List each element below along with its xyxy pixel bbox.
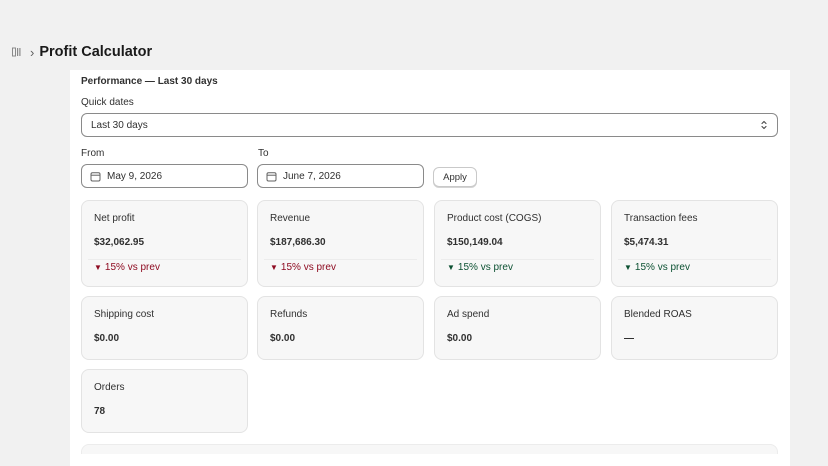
metric-label: Blended ROAS [624, 309, 692, 320]
page-title: Profit Calculator [39, 44, 153, 60]
divider [264, 259, 417, 260]
divider [88, 259, 241, 260]
metric-change: ▼ 15% vs prev [270, 262, 336, 273]
metric-change: ▼ 15% vs prev [447, 262, 513, 273]
to-date-value: June 7, 2026 [283, 170, 341, 182]
metric-value: $150,149.04 [447, 237, 503, 248]
performance-card: Performance — Last 30 days Quick dates L… [70, 70, 790, 466]
quick-dates-select[interactable]: Last 30 days [81, 113, 778, 137]
metric-label: Orders [94, 382, 125, 393]
metric-card-net-profit: Net profit $32,062.95 ▼ 15% vs prev [81, 200, 248, 287]
divider [441, 259, 594, 260]
apply-button[interactable]: Apply [433, 167, 477, 187]
metric-card-orders: Orders 78 [81, 369, 248, 433]
metric-change: ▼ 15% vs prev [94, 262, 160, 273]
metric-value: $187,686.30 [270, 237, 326, 248]
top-bar: › Profit Calculator [0, 0, 828, 70]
apps-icon[interactable] [10, 45, 24, 59]
triangle-down-icon: ▼ [447, 263, 455, 272]
from-label: From [81, 148, 105, 159]
metric-card-blended-roas: Blended ROAS — [611, 296, 778, 360]
metric-label: Ad spend [447, 309, 490, 320]
metric-value: 78 [94, 406, 106, 417]
metric-label: Transaction fees [624, 213, 698, 224]
breadcrumb: › Profit Calculator [10, 42, 152, 62]
quick-dates-label: Quick dates [81, 97, 134, 108]
metric-value: $5,474.31 [624, 237, 669, 248]
from-date-field[interactable]: May 9, 2026 [81, 164, 248, 188]
metric-change-text: 15% vs prev [634, 262, 690, 273]
metric-card-refunds: Refunds $0.00 [257, 296, 424, 360]
triangle-down-icon: ▼ [270, 263, 278, 272]
metric-label: Shipping cost [94, 309, 155, 320]
metric-label: Product cost (COGS) [447, 213, 542, 224]
metric-value: — [624, 333, 634, 344]
metric-card-shipping-cost: Shipping cost $0.00 [81, 296, 248, 360]
metric-label: Refunds [270, 309, 308, 320]
metric-label: Net profit [94, 213, 135, 224]
metric-card-ad-spend: Ad spend $0.00 [434, 296, 601, 360]
metric-value: $0.00 [94, 333, 120, 344]
to-label: To [258, 148, 269, 159]
metric-card-transaction-fees: Transaction fees $5,474.31 ▼ 15% vs prev [611, 200, 778, 287]
divider [618, 259, 771, 260]
metric-card-cogs: Product cost (COGS) $150,149.04 ▼ 15% vs… [434, 200, 601, 287]
from-date-value: May 9, 2026 [107, 170, 163, 182]
metric-change: ▼ 15% vs prev [624, 262, 690, 273]
metric-value: $32,062.95 [94, 237, 145, 248]
metric-value: $0.00 [270, 333, 296, 344]
to-date-field[interactable]: June 7, 2026 [257, 164, 424, 188]
metric-change-text: 15% vs prev [457, 262, 513, 273]
next-section-card [81, 444, 778, 454]
quick-dates-value: Last 30 days [91, 119, 148, 131]
section-title: Performance — Last 30 days [81, 76, 218, 87]
calendar-icon [266, 171, 277, 181]
metric-label: Revenue [270, 213, 311, 224]
calendar-icon [90, 171, 101, 181]
chevron-right-icon: › [30, 44, 35, 60]
select-chevron-icon [761, 120, 767, 130]
metric-card-revenue: Revenue $187,686.30 ▼ 15% vs prev [257, 200, 424, 287]
metric-value: $0.00 [447, 333, 473, 344]
metric-change-text: 15% vs prev [280, 262, 336, 273]
triangle-down-icon: ▼ [624, 263, 632, 272]
metric-change-text: 15% vs prev [104, 262, 160, 273]
triangle-down-icon: ▼ [94, 263, 102, 272]
